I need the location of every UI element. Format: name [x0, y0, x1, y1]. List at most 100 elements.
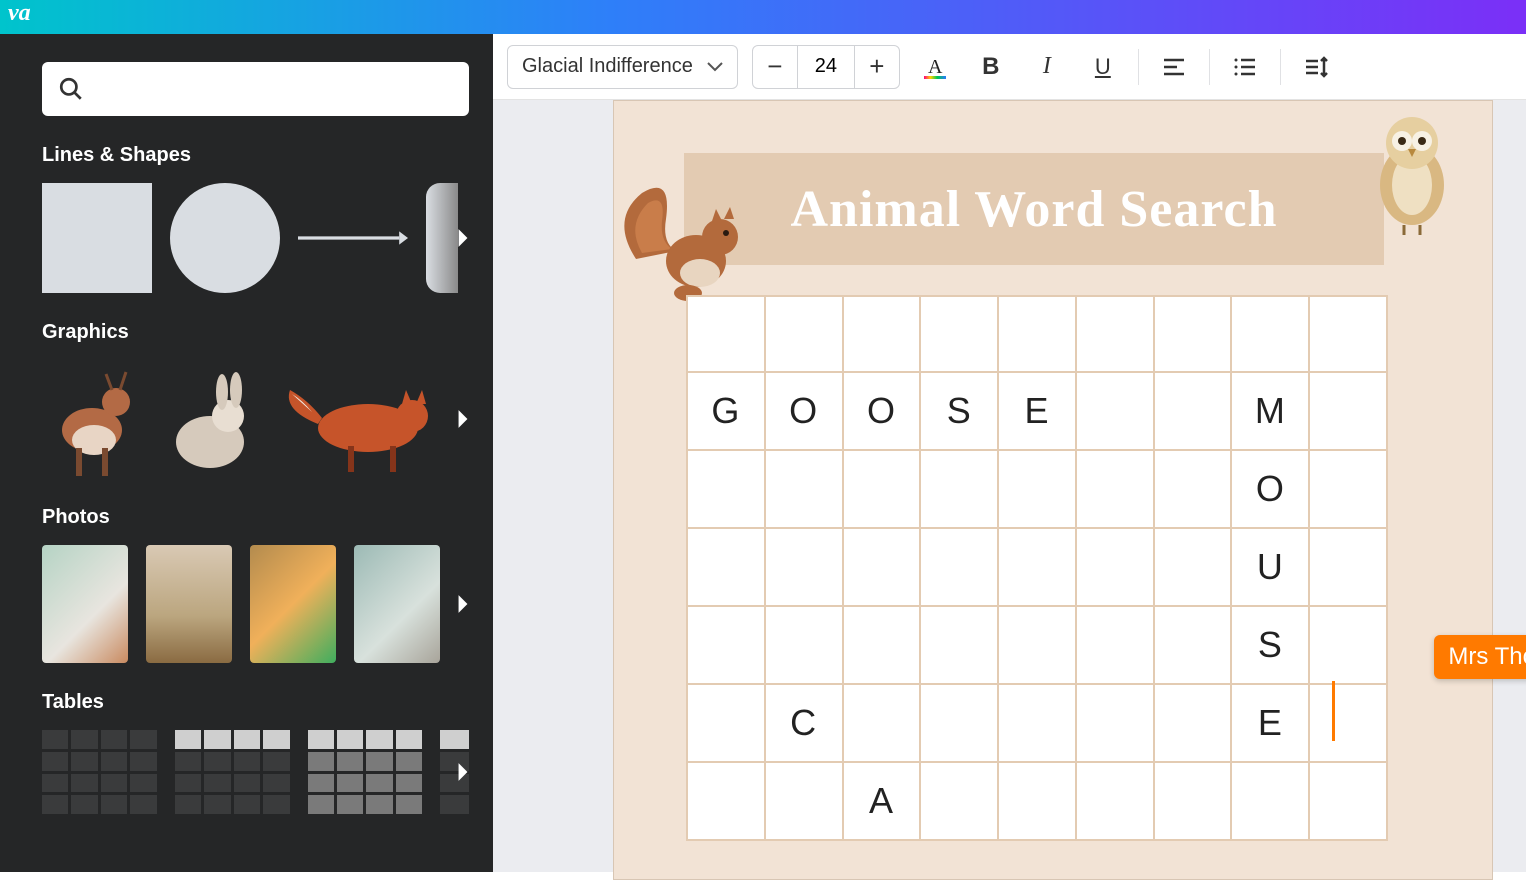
grid-cell[interactable] — [1232, 295, 1310, 373]
spacing-button[interactable] — [1295, 46, 1337, 88]
shape-square[interactable] — [42, 183, 152, 293]
grid-cell[interactable] — [766, 607, 844, 685]
photo-thumbnail[interactable] — [146, 545, 232, 663]
shape-line-arrow[interactable] — [298, 227, 408, 249]
grid-cell[interactable] — [1310, 451, 1388, 529]
photo-thumbnail[interactable] — [354, 545, 440, 663]
lines-shapes-row — [42, 183, 469, 293]
grid-cell[interactable] — [921, 685, 999, 763]
italic-button[interactable]: I — [1026, 46, 1068, 88]
shape-circle[interactable] — [170, 183, 280, 293]
graphic-fox[interactable] — [278, 360, 438, 478]
squirrel-graphic[interactable] — [616, 169, 756, 314]
grid-cell[interactable] — [1310, 607, 1388, 685]
grid-cell[interactable] — [766, 763, 844, 841]
grid-cell[interactable]: S — [921, 373, 999, 451]
grid-cell[interactable] — [766, 451, 844, 529]
grid-cell[interactable] — [844, 685, 922, 763]
grid-cell[interactable] — [1310, 529, 1388, 607]
grid-cell[interactable] — [1077, 295, 1155, 373]
grid-cell[interactable] — [1310, 373, 1388, 451]
grid-cell[interactable] — [1155, 373, 1233, 451]
grid-cell[interactable] — [766, 529, 844, 607]
grid-cell[interactable]: O — [766, 373, 844, 451]
grid-cell[interactable] — [921, 295, 999, 373]
grid-cell[interactable] — [1077, 607, 1155, 685]
grid-cell[interactable] — [688, 607, 766, 685]
grid-cell[interactable] — [921, 529, 999, 607]
grid-cell[interactable] — [999, 529, 1077, 607]
grid-cell[interactable] — [1155, 685, 1233, 763]
grid-cell[interactable] — [1155, 451, 1233, 529]
table-thumbnail[interactable] — [175, 730, 290, 814]
text-color-button[interactable]: A — [914, 46, 956, 88]
grid-cell[interactable] — [1155, 295, 1233, 373]
grid-cell[interactable] — [1077, 763, 1155, 841]
chevron-right-icon[interactable] — [449, 590, 477, 618]
photo-thumbnail[interactable] — [250, 545, 336, 663]
font-size-value[interactable]: 24 — [797, 46, 855, 88]
grid-cell[interactable] — [1155, 763, 1233, 841]
grid-cell[interactable]: E — [1232, 685, 1310, 763]
grid-cell[interactable]: U — [1232, 529, 1310, 607]
grid-cell[interactable] — [844, 295, 922, 373]
grid-cell[interactable] — [688, 685, 766, 763]
grid-cell[interactable] — [1155, 607, 1233, 685]
grid-cell[interactable]: M — [1232, 373, 1310, 451]
grid-cell[interactable] — [688, 763, 766, 841]
chevron-right-icon[interactable] — [449, 224, 477, 252]
grid-cell[interactable] — [1077, 685, 1155, 763]
grid-cell[interactable] — [999, 685, 1077, 763]
grid-cell[interactable] — [1077, 451, 1155, 529]
font-size-decrease-button[interactable]: − — [753, 46, 797, 88]
title-banner[interactable]: Animal Word Search — [684, 153, 1384, 265]
text-align-button[interactable] — [1153, 46, 1195, 88]
grid-cell[interactable] — [1310, 295, 1388, 373]
grid-cell[interactable]: E — [999, 373, 1077, 451]
grid-cell[interactable]: A — [844, 763, 922, 841]
grid-cell[interactable] — [1232, 763, 1310, 841]
word-search-grid[interactable]: GOOSEMOUSCEA — [686, 295, 1388, 841]
grid-cell[interactable]: O — [844, 373, 922, 451]
grid-cell[interactable] — [999, 451, 1077, 529]
grid-cell[interactable] — [999, 607, 1077, 685]
grid-cell[interactable]: G — [688, 373, 766, 451]
font-family-select[interactable]: Glacial Indifference — [507, 45, 738, 89]
grid-cell[interactable] — [1077, 373, 1155, 451]
list-button[interactable] — [1224, 46, 1266, 88]
grid-cell[interactable] — [1310, 763, 1388, 841]
graphic-deer[interactable] — [42, 360, 142, 478]
search-input[interactable] — [42, 62, 469, 116]
grid-cell[interactable] — [844, 451, 922, 529]
grid-cell[interactable] — [766, 295, 844, 373]
grid-cell[interactable]: O — [1232, 451, 1310, 529]
collaborator-badge: Mrs Thompson — [1434, 635, 1526, 679]
divider — [1280, 49, 1281, 85]
photo-thumbnail[interactable] — [42, 545, 128, 663]
grid-cell[interactable] — [921, 763, 999, 841]
design-page[interactable]: Animal Word Search GOOSEMOUSCEA Mrs Thom… — [613, 100, 1493, 880]
grid-cell[interactable] — [921, 607, 999, 685]
table-thumbnail[interactable] — [42, 730, 157, 814]
bold-button[interactable]: B — [970, 46, 1012, 88]
table-thumbnail[interactable] — [308, 730, 423, 814]
grid-cell[interactable] — [844, 529, 922, 607]
graphic-rabbit[interactable] — [160, 360, 260, 478]
grid-cell[interactable] — [999, 295, 1077, 373]
chevron-right-icon[interactable] — [449, 758, 477, 786]
grid-cell[interactable]: C — [766, 685, 844, 763]
owl-graphic[interactable] — [1362, 107, 1462, 242]
grid-cell[interactable] — [688, 529, 766, 607]
underline-button[interactable]: U — [1082, 46, 1124, 88]
grid-cell[interactable] — [999, 763, 1077, 841]
chevron-right-icon[interactable] — [449, 405, 477, 433]
grid-cell[interactable] — [921, 451, 999, 529]
grid-cell[interactable] — [688, 295, 766, 373]
grid-cell[interactable] — [1077, 529, 1155, 607]
grid-cell[interactable]: S — [1232, 607, 1310, 685]
grid-cell[interactable] — [1155, 529, 1233, 607]
grid-cell[interactable] — [688, 451, 766, 529]
font-size-increase-button[interactable]: + — [855, 46, 899, 88]
grid-cell[interactable] — [844, 607, 922, 685]
grid-cell[interactable] — [1310, 685, 1388, 763]
